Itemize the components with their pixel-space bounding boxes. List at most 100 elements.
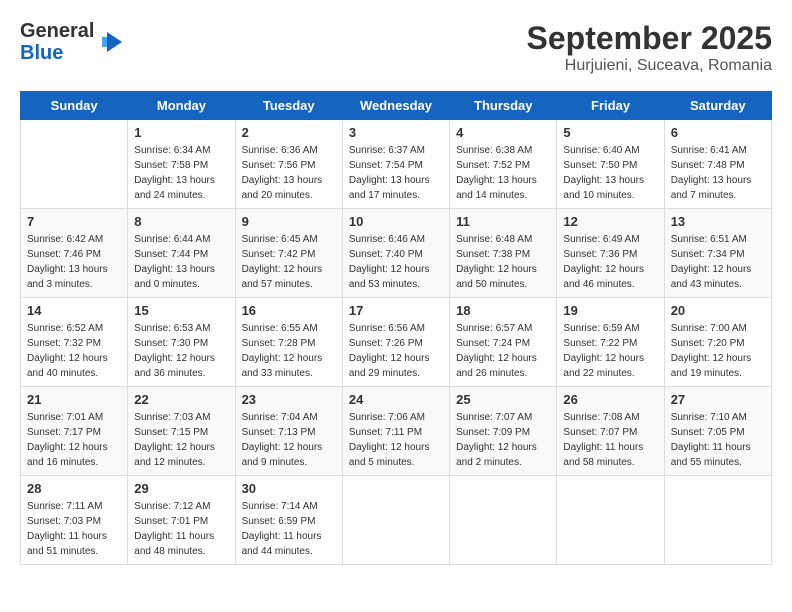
day-number: 3 (349, 125, 443, 140)
header-row: SundayMondayTuesdayWednesdayThursdayFrid… (21, 92, 772, 120)
day-info: Sunrise: 7:06 AM Sunset: 7:11 PM Dayligh… (349, 410, 443, 470)
day-number: 8 (134, 214, 228, 229)
day-number: 12 (563, 214, 657, 229)
day-info: Sunrise: 6:40 AM Sunset: 7:50 PM Dayligh… (563, 143, 657, 203)
day-number: 18 (456, 303, 550, 318)
calendar-cell: 2Sunrise: 6:36 AM Sunset: 7:56 PM Daylig… (235, 120, 342, 209)
header-day-thursday: Thursday (450, 92, 557, 120)
day-info: Sunrise: 7:04 AM Sunset: 7:13 PM Dayligh… (242, 410, 336, 470)
day-info: Sunrise: 6:48 AM Sunset: 7:38 PM Dayligh… (456, 232, 550, 292)
week-row-1: 7 Sunrise: 6:42 AM Sunset: 7:46 PM Daylig… (21, 209, 772, 298)
calendar-header: SundayMondayTuesdayWednesdayThursdayFrid… (21, 92, 772, 120)
calendar-cell: 28Sunrise: 7:11 AM Sunset: 7:03 PM Dayli… (21, 476, 128, 565)
day-info: Sunrise: 6:34 AM Sunset: 7:58 PM Dayligh… (134, 143, 228, 203)
day-info: Sunrise: 6:51 AM Sunset: 7:34 PM Dayligh… (671, 232, 765, 292)
header-day-monday: Monday (128, 92, 235, 120)
calendar-cell: 20Sunrise: 7:00 AM Sunset: 7:20 PM Dayli… (664, 298, 771, 387)
calendar-cell: 14Sunrise: 6:52 AM Sunset: 7:32 PM Dayli… (21, 298, 128, 387)
day-number: 23 (242, 392, 336, 407)
calendar-cell: 27Sunrise: 7:10 AM Sunset: 7:05 PM Dayli… (664, 387, 771, 476)
calendar-cell (21, 120, 128, 209)
day-number: 24 (349, 392, 443, 407)
logo: General Blue (20, 20, 127, 64)
calendar-cell: 11 Sunrise: 6:48 AM Sunset: 7:38 PM Dayli… (450, 209, 557, 298)
calendar-cell: 19Sunrise: 6:59 AM Sunset: 7:22 PM Dayli… (557, 298, 664, 387)
calendar-cell: 13 Sunrise: 6:51 AM Sunset: 7:34 PM Dayli… (664, 209, 771, 298)
calendar-cell (342, 476, 449, 565)
calendar-cell: 6Sunrise: 6:41 AM Sunset: 7:48 PM Daylig… (664, 120, 771, 209)
day-info: Sunrise: 6:42 AM Sunset: 7:46 PM Dayligh… (27, 232, 121, 292)
day-number: 30 (242, 481, 336, 496)
calendar-table: SundayMondayTuesdayWednesdayThursdayFrid… (20, 91, 772, 565)
day-number: 29 (134, 481, 228, 496)
calendar-cell: 17 Sunrise: 6:56 AM Sunset: 7:26 PM Dayli… (342, 298, 449, 387)
month-title: September 2025 (527, 20, 772, 57)
day-number: 9 (242, 214, 336, 229)
calendar-cell: 10Sunrise: 6:46 AM Sunset: 7:40 PM Dayli… (342, 209, 449, 298)
calendar-cell: 29 Sunrise: 7:12 AM Sunset: 7:01 PM Dayli… (128, 476, 235, 565)
header-day-tuesday: Tuesday (235, 92, 342, 120)
day-number: 21 (27, 392, 121, 407)
day-number: 19 (563, 303, 657, 318)
logo-general: General (20, 20, 94, 42)
header-day-friday: Friday (557, 92, 664, 120)
day-info: Sunrise: 6:37 AM Sunset: 7:54 PM Dayligh… (349, 143, 443, 203)
day-info: Sunrise: 7:01 AM Sunset: 7:17 PM Dayligh… (27, 410, 121, 470)
calendar-cell: 30 Sunrise: 7:14 AM Sunset: 6:59 PM Dayli… (235, 476, 342, 565)
day-info: Sunrise: 6:55 AM Sunset: 7:28 PM Dayligh… (242, 321, 336, 381)
logo-icon (97, 27, 127, 57)
location-title: Hurjuieni, Suceava, Romania (527, 57, 772, 75)
calendar-cell: 21 Sunrise: 7:01 AM Sunset: 7:17 PM Dayli… (21, 387, 128, 476)
calendar-cell: 7 Sunrise: 6:42 AM Sunset: 7:46 PM Daylig… (21, 209, 128, 298)
day-number: 13 (671, 214, 765, 229)
day-info: Sunrise: 7:00 AM Sunset: 7:20 PM Dayligh… (671, 321, 765, 381)
day-info: Sunrise: 6:53 AM Sunset: 7:30 PM Dayligh… (134, 321, 228, 381)
day-number: 14 (27, 303, 121, 318)
day-number: 7 (27, 214, 121, 229)
calendar-cell (557, 476, 664, 565)
calendar-cell: 24 Sunrise: 7:06 AM Sunset: 7:11 PM Dayli… (342, 387, 449, 476)
day-info: Sunrise: 6:57 AM Sunset: 7:24 PM Dayligh… (456, 321, 550, 381)
calendar-cell: 8 Sunrise: 6:44 AM Sunset: 7:44 PM Daylig… (128, 209, 235, 298)
day-number: 22 (134, 392, 228, 407)
day-info: Sunrise: 7:07 AM Sunset: 7:09 PM Dayligh… (456, 410, 550, 470)
day-info: Sunrise: 6:46 AM Sunset: 7:40 PM Dayligh… (349, 232, 443, 292)
calendar-cell (664, 476, 771, 565)
calendar-cell: 18 Sunrise: 6:57 AM Sunset: 7:24 PM Dayli… (450, 298, 557, 387)
day-number: 26 (563, 392, 657, 407)
day-info: Sunrise: 7:10 AM Sunset: 7:05 PM Dayligh… (671, 410, 765, 470)
day-number: 1 (134, 125, 228, 140)
day-number: 28 (27, 481, 121, 496)
day-info: Sunrise: 6:56 AM Sunset: 7:26 PM Dayligh… (349, 321, 443, 381)
header-day-sunday: Sunday (21, 92, 128, 120)
calendar-cell: 12 Sunrise: 6:49 AM Sunset: 7:36 PM Dayli… (557, 209, 664, 298)
week-row-2: 14Sunrise: 6:52 AM Sunset: 7:32 PM Dayli… (21, 298, 772, 387)
calendar-cell: 1 Sunrise: 6:34 AM Sunset: 7:58 PM Daylig… (128, 120, 235, 209)
header: General Blue September 2025 Hurjuieni, S… (20, 20, 772, 75)
day-info: Sunrise: 6:44 AM Sunset: 7:44 PM Dayligh… (134, 232, 228, 292)
day-number: 4 (456, 125, 550, 140)
logo-blue: Blue (20, 42, 94, 64)
week-row-3: 21 Sunrise: 7:01 AM Sunset: 7:17 PM Dayli… (21, 387, 772, 476)
calendar-cell: 16Sunrise: 6:55 AM Sunset: 7:28 PM Dayli… (235, 298, 342, 387)
title-area: September 2025 Hurjuieni, Suceava, Roman… (527, 20, 772, 75)
day-info: Sunrise: 6:45 AM Sunset: 7:42 PM Dayligh… (242, 232, 336, 292)
calendar-cell (450, 476, 557, 565)
calendar-cell: 25Sunrise: 7:07 AM Sunset: 7:09 PM Dayli… (450, 387, 557, 476)
day-info: Sunrise: 7:12 AM Sunset: 7:01 PM Dayligh… (134, 499, 228, 559)
header-day-wednesday: Wednesday (342, 92, 449, 120)
calendar-cell: 5Sunrise: 6:40 AM Sunset: 7:50 PM Daylig… (557, 120, 664, 209)
calendar-cell: 23 Sunrise: 7:04 AM Sunset: 7:13 PM Dayli… (235, 387, 342, 476)
calendar-cell: 26 Sunrise: 7:08 AM Sunset: 7:07 PM Dayli… (557, 387, 664, 476)
day-info: Sunrise: 7:14 AM Sunset: 6:59 PM Dayligh… (242, 499, 336, 559)
week-row-0: 1 Sunrise: 6:34 AM Sunset: 7:58 PM Daylig… (21, 120, 772, 209)
calendar-cell: 3 Sunrise: 6:37 AM Sunset: 7:54 PM Daylig… (342, 120, 449, 209)
calendar-cell: 22Sunrise: 7:03 AM Sunset: 7:15 PM Dayli… (128, 387, 235, 476)
day-number: 11 (456, 214, 550, 229)
day-number: 17 (349, 303, 443, 318)
calendar-cell: 9 Sunrise: 6:45 AM Sunset: 7:42 PM Daylig… (235, 209, 342, 298)
day-info: Sunrise: 6:36 AM Sunset: 7:56 PM Dayligh… (242, 143, 336, 203)
day-info: Sunrise: 7:08 AM Sunset: 7:07 PM Dayligh… (563, 410, 657, 470)
day-info: Sunrise: 6:49 AM Sunset: 7:36 PM Dayligh… (563, 232, 657, 292)
day-info: Sunrise: 6:38 AM Sunset: 7:52 PM Dayligh… (456, 143, 550, 203)
